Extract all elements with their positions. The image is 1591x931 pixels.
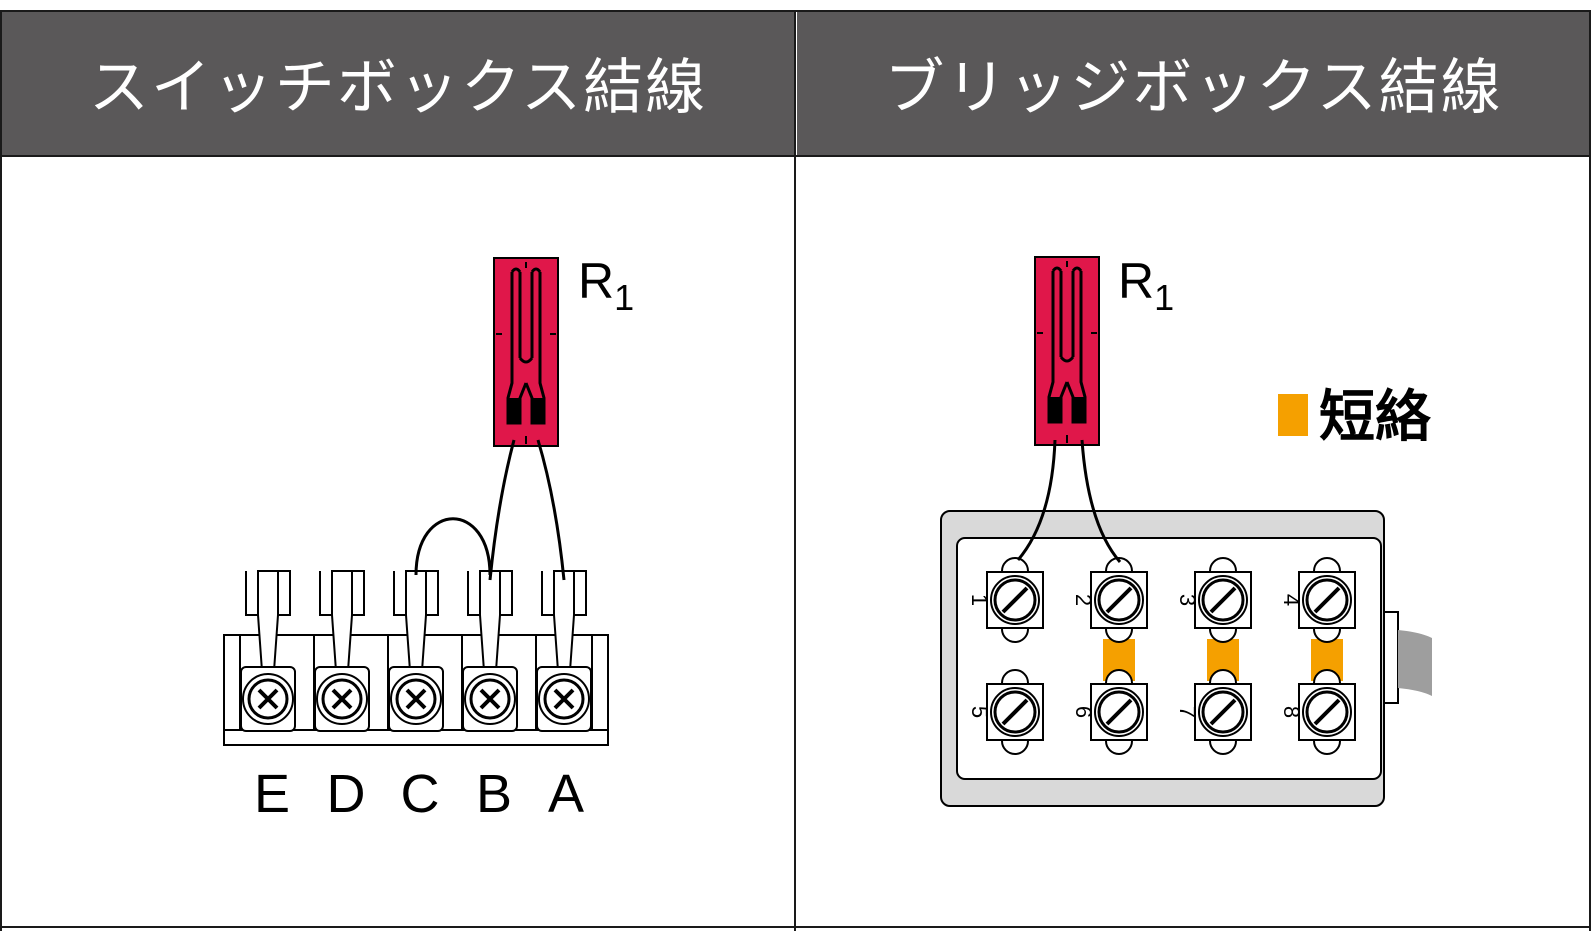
strain-gauge-icon	[492, 256, 560, 448]
terminal-number-1: 1	[967, 594, 992, 606]
terminal-number-4: 4	[1279, 594, 1304, 606]
gauge-label: R1	[578, 253, 634, 318]
bridge-box-diagram: R1 短絡 1 2 3 4 5 6 7 8	[940, 253, 1432, 807]
terminal-number-2: 2	[1071, 594, 1096, 606]
switch-box-diagram: R1 E D C B A	[223, 253, 634, 824]
terminal-number-5: 5	[967, 706, 992, 718]
gauge-label: R1	[1118, 253, 1174, 318]
terminal-label-a: A	[548, 764, 584, 824]
terminal-label-e: E	[254, 764, 290, 824]
jumper-wire-c-b	[414, 517, 492, 576]
gauge-lead-1	[488, 439, 516, 581]
terminal-label-d: D	[327, 764, 366, 824]
terminal-number-7: 7	[1175, 706, 1200, 718]
terminal-number-3: 3	[1175, 594, 1200, 606]
terminal-label-c: C	[401, 764, 440, 824]
strain-gauge-icon	[1033, 255, 1101, 447]
short-legend-swatch	[1278, 394, 1308, 436]
terminal-label-b: B	[476, 764, 512, 824]
cable-gland	[1383, 611, 1399, 704]
wiring-diagrams: R1 E D C B A R1 短絡 1 2 3 4 5 6 7 8	[223, 253, 1432, 824]
cable	[1398, 630, 1432, 696]
short-legend-label: 短絡	[1319, 385, 1432, 448]
terminal-number-8: 8	[1279, 706, 1304, 718]
gauge-lead-2	[536, 439, 566, 581]
terminal-number-6: 6	[1071, 706, 1096, 718]
